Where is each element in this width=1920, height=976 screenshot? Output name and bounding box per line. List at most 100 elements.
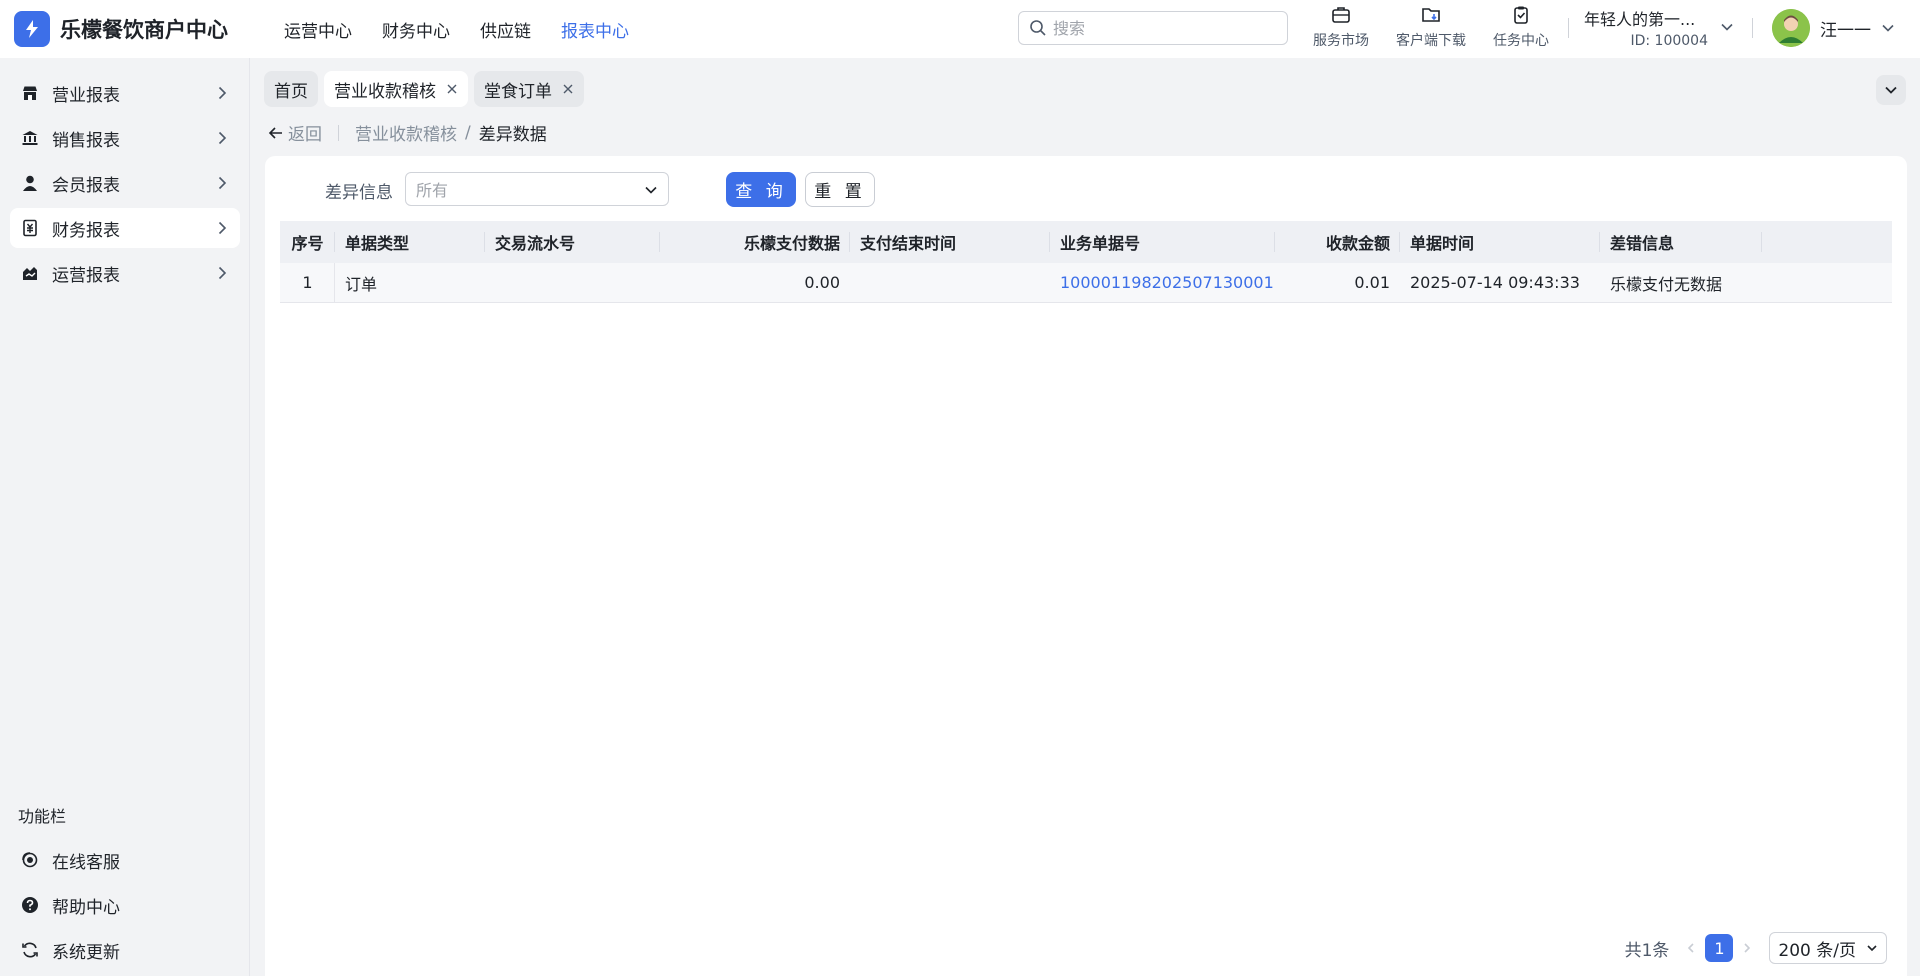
column-header-empty xyxy=(1762,221,1892,263)
brand-name: 乐檬餐饮商户中心 xyxy=(60,18,228,42)
sidebar-item-label: 运营报表 xyxy=(52,265,120,286)
prev-page-button[interactable] xyxy=(1679,933,1703,963)
content-panel: 差异信息 所有 查 询 重 置 序号 单据类型 交易流水号 乐檬支付数据 支付结… xyxy=(265,156,1907,976)
tab-dine-in-orders[interactable]: 堂食订单 xyxy=(474,71,584,107)
page-size-value: 200 条/页 xyxy=(1778,940,1856,961)
folder-download-icon xyxy=(1422,8,1440,22)
user-menu[interactable]: 汪一一 xyxy=(1772,9,1895,47)
table-cell: 0.01 xyxy=(1354,273,1390,292)
chevron-right-icon xyxy=(218,86,227,100)
sidebar-item-system-update[interactable]: 系统更新 xyxy=(10,930,240,970)
chevron-right-icon xyxy=(218,221,227,235)
column-header: 收款金额 xyxy=(1275,221,1400,263)
select-value: 所有 xyxy=(416,181,449,200)
top-nav-operations[interactable]: 运营中心 xyxy=(284,17,352,42)
query-button[interactable]: 查 询 xyxy=(726,172,796,207)
clipboard-check-icon xyxy=(1514,6,1528,24)
table-row: 1 订单 0.00 100001198202507130001 0.01 202… xyxy=(280,263,1892,303)
column-header: 交易流水号 xyxy=(485,221,660,263)
sidebar-item-business-report[interactable]: 营业报表 xyxy=(10,73,240,113)
task-center-button[interactable]: 任务中心 xyxy=(1476,4,1566,50)
column-header: 乐檬支付数据 xyxy=(660,221,850,263)
tab-label: 堂食订单 xyxy=(484,81,552,102)
table-cell: 1 xyxy=(280,263,335,303)
search-box[interactable] xyxy=(1018,11,1288,45)
breadcrumb-separator: / xyxy=(465,122,471,143)
table-cell: 乐檬支付无数据 xyxy=(1610,274,1723,294)
column-header: 业务单据号 xyxy=(1050,221,1275,263)
sidebar-item-online-service[interactable]: 在线客服 xyxy=(10,840,240,880)
chevron-down-icon xyxy=(1882,24,1894,32)
chevron-down-icon xyxy=(645,186,657,194)
top-tools: 服务市场 客户端下载 任务中心 xyxy=(1296,4,1566,50)
tab-label: 首页 xyxy=(274,81,308,102)
refresh-icon xyxy=(20,940,40,960)
pagination-total: 共1条 xyxy=(1624,940,1670,961)
sidebar-item-label: 帮助中心 xyxy=(52,897,120,918)
top-nav-reports[interactable]: 报表中心 xyxy=(561,17,629,42)
chevron-down-icon xyxy=(1885,86,1897,94)
reset-button[interactable]: 重 置 xyxy=(805,172,875,207)
close-icon[interactable] xyxy=(446,83,458,95)
briefcase-icon xyxy=(1332,7,1350,23)
service-market-button[interactable]: 服务市场 xyxy=(1296,4,1386,50)
column-header: 序号 xyxy=(280,221,335,263)
business-doc-link[interactable]: 100001198202507130001 xyxy=(1060,273,1274,292)
page-tabs: 首页 营业收款稽核 堂食订单 xyxy=(264,71,590,107)
brand[interactable]: 乐檬餐饮商户中心 xyxy=(14,11,254,47)
pagination: 共1条 1 200 条/页 xyxy=(1625,932,1887,964)
table-cell: 100001198202507130001 xyxy=(1050,263,1275,302)
chevron-right-icon xyxy=(218,176,227,190)
store-id: ID: 100004 xyxy=(1630,33,1708,49)
client-download-button[interactable]: 客户端下载 xyxy=(1386,4,1476,50)
avatar-icon xyxy=(1772,9,1810,47)
sidebar-item-finance-report[interactable]: 财务报表 xyxy=(10,208,240,248)
table-cell-empty xyxy=(1762,263,1892,302)
chevron-left-icon xyxy=(1688,943,1694,953)
help-icon xyxy=(20,895,40,915)
sidebar-item-label: 会员报表 xyxy=(52,175,120,196)
column-header: 单据时间 xyxy=(1400,221,1600,263)
sidebar-item-help-center[interactable]: 帮助中心 xyxy=(10,885,240,925)
breadcrumb-parent[interactable]: 营业收款稽核 xyxy=(355,120,457,145)
page-number-button[interactable]: 1 xyxy=(1705,934,1734,962)
table-cell: 0.00 xyxy=(804,273,840,292)
user-name: 汪一一 xyxy=(1820,20,1871,41)
headset-icon xyxy=(20,850,40,870)
tabs-collapse-button[interactable] xyxy=(1876,75,1906,105)
top-bar: 乐檬餐饮商户中心 运营中心 财务中心 供应链 报表中心 服务市场 客户端下载 任… xyxy=(0,0,1920,58)
sidebar-item-label: 系统更新 xyxy=(52,942,120,963)
top-nav-finance[interactable]: 财务中心 xyxy=(382,17,450,42)
page-size-select[interactable]: 200 条/页 xyxy=(1769,932,1887,964)
sidebar-item-operations-report[interactable]: 运营报表 xyxy=(10,253,240,293)
filter-label: 差异信息 xyxy=(325,183,393,203)
back-button[interactable]: 返回 xyxy=(268,120,322,145)
difference-info-select[interactable]: 所有 xyxy=(405,172,669,206)
client-download-label: 客户端下载 xyxy=(1396,33,1466,49)
task-center-label: 任务中心 xyxy=(1493,33,1549,49)
store-icon xyxy=(20,83,40,103)
table-cell xyxy=(850,263,1050,302)
next-page-button[interactable] xyxy=(1735,933,1759,963)
column-header: 支付结束时间 xyxy=(850,221,1050,263)
sidebar-item-label: 营业报表 xyxy=(52,85,120,106)
close-icon[interactable] xyxy=(562,83,574,95)
store-switcher[interactable]: 年轻人的第一... ID: 100004 xyxy=(1584,6,1734,49)
sidebar-item-sales-report[interactable]: 销售报表 xyxy=(10,118,240,158)
tab-home[interactable]: 首页 xyxy=(264,71,318,107)
divider xyxy=(1752,18,1753,38)
bank-icon xyxy=(20,128,40,148)
sidebar-item-label: 财务报表 xyxy=(52,220,120,241)
divider xyxy=(1568,18,1569,38)
column-header: 差错信息 xyxy=(1600,221,1762,263)
store-name: 年轻人的第一... xyxy=(1584,10,1696,29)
chart-box-icon xyxy=(20,263,40,283)
table-cell xyxy=(485,263,660,302)
chevron-down-icon xyxy=(1721,23,1733,31)
search-input[interactable] xyxy=(1053,18,1263,38)
top-nav-supply-chain[interactable]: 供应链 xyxy=(480,17,531,42)
top-nav: 运营中心 财务中心 供应链 报表中心 xyxy=(284,17,659,42)
tab-revenue-audit[interactable]: 营业收款稽核 xyxy=(324,71,468,107)
sidebar-item-label: 在线客服 xyxy=(52,852,120,873)
sidebar-item-member-report[interactable]: 会员报表 xyxy=(10,163,240,203)
